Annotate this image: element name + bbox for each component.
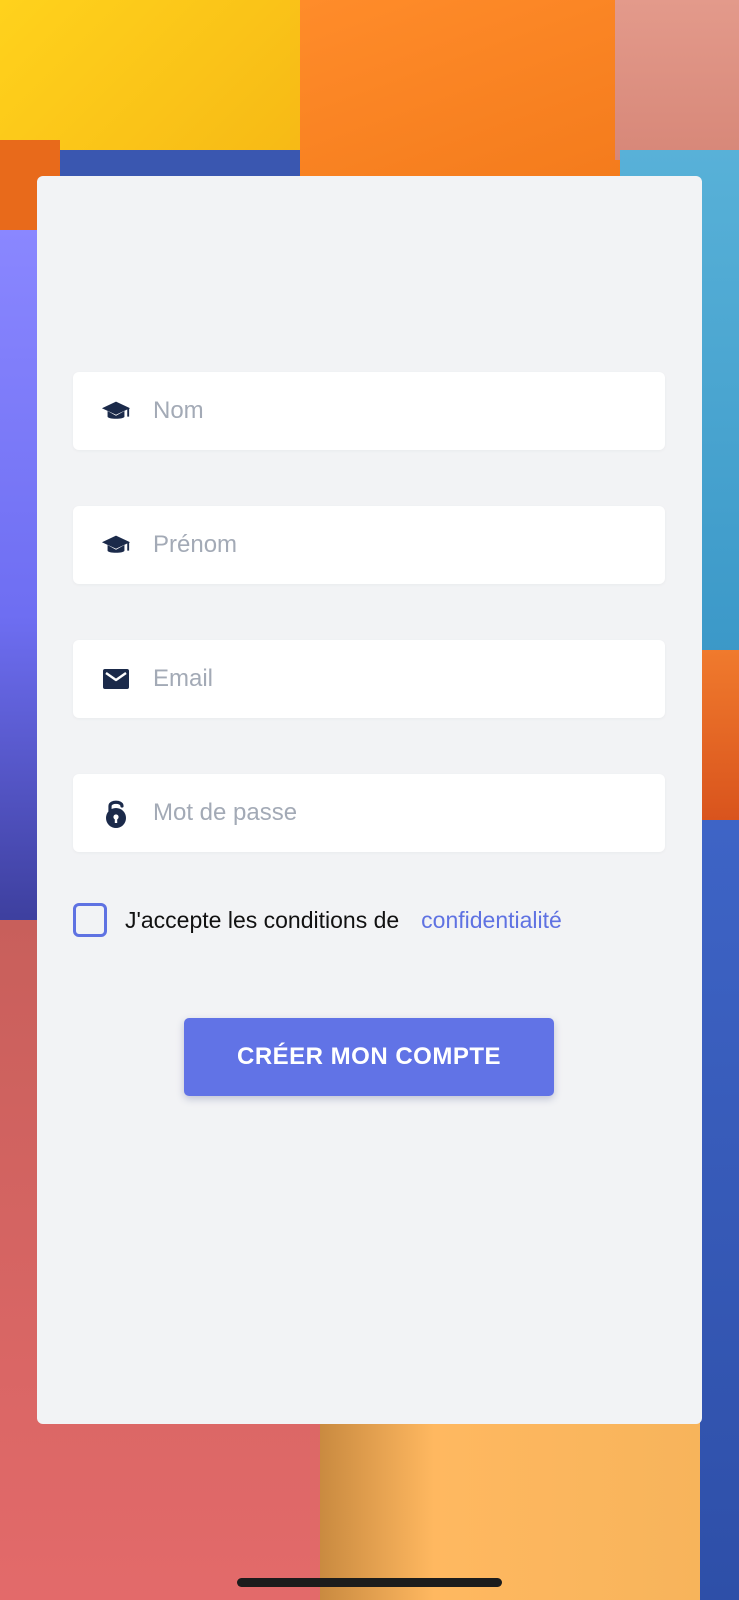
home-indicator[interactable] <box>237 1578 502 1587</box>
terms-checkbox[interactable] <box>73 903 107 937</box>
nom-field[interactable] <box>73 372 665 450</box>
envelope-icon <box>101 664 131 694</box>
signup-card: J'accepte les conditions de confidential… <box>37 176 702 1424</box>
background-block <box>0 0 330 150</box>
graduation-cap-icon <box>101 530 131 560</box>
background-block <box>320 1400 700 1600</box>
unlock-icon <box>101 798 131 828</box>
terms-label: J'accepte les conditions de <box>125 906 400 933</box>
privacy-link[interactable]: confidentialité <box>421 907 562 934</box>
create-account-button[interactable]: CRÉER MON COMPTE <box>184 1018 554 1096</box>
email-field[interactable] <box>73 640 665 718</box>
password-field[interactable] <box>73 774 665 852</box>
email-input[interactable] <box>151 658 635 700</box>
background-block <box>300 0 620 180</box>
terms-row: J'accepte les conditions de confidential… <box>73 902 562 938</box>
prenom-field[interactable] <box>73 506 665 584</box>
nom-input[interactable] <box>151 390 635 432</box>
graduation-cap-icon <box>101 396 131 426</box>
background-block <box>615 0 739 160</box>
password-input[interactable] <box>151 792 635 834</box>
prenom-input[interactable] <box>151 524 635 566</box>
